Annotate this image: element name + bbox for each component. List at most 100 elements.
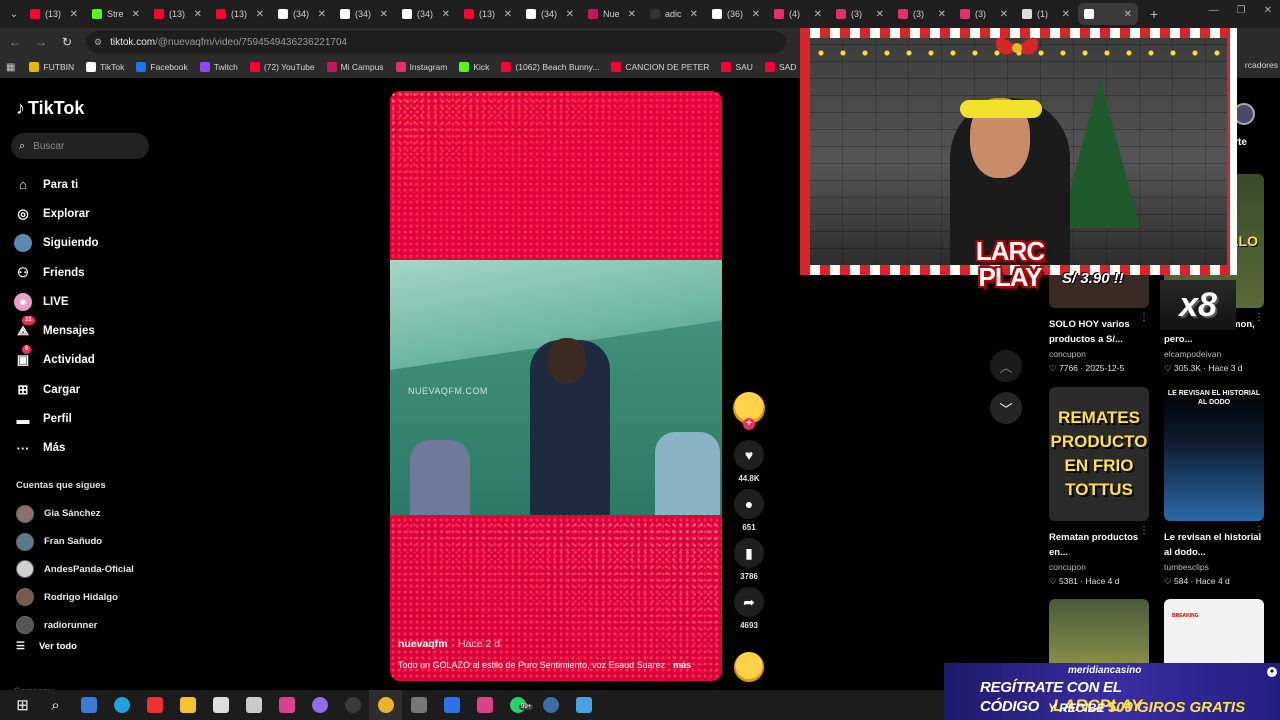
edge-icon[interactable] — [105, 690, 138, 720]
nav-item-para-ti[interactable]: ⌂ Para ti — [14, 170, 99, 199]
video-thumbnail[interactable]: REMATES PRODUCTO EN FRIO TOTTUS — [1049, 387, 1149, 521]
card-more-icon[interactable]: ⋮ — [1254, 525, 1264, 536]
tab-close-icon[interactable]: ✕ — [380, 9, 388, 20]
avatar[interactable] — [16, 588, 34, 607]
card-more-icon[interactable]: ⋮ — [1254, 312, 1264, 323]
bookmark-item[interactable]: Twitch — [199, 62, 238, 72]
card-more-icon[interactable]: ⋮ — [1139, 525, 1149, 536]
tab-close-icon[interactable]: ✕ — [318, 9, 326, 20]
followed-account[interactable]: AndesPanda-Oficial — [16, 556, 134, 584]
tab-close-icon[interactable]: ✕ — [70, 9, 78, 20]
next-video-button[interactable]: ﹀ — [990, 392, 1022, 424]
chrome-icon[interactable] — [369, 690, 402, 720]
word-icon[interactable] — [435, 690, 468, 720]
bookmark-icon[interactable]: ▮ — [734, 538, 764, 568]
video-author[interactable]: nuevaqfm · Hace 2 d — [398, 638, 500, 650]
bookmark-item[interactable]: CANCION DE PETER — [611, 62, 709, 72]
nav-item-friends[interactable]: ⚇ Friends — [14, 258, 99, 287]
photos-icon[interactable] — [567, 690, 600, 720]
nav-item-actividad[interactable]: ▣ 6 Actividad — [14, 345, 99, 375]
site-info-icon[interactable]: ⚙ — [94, 37, 102, 48]
tab-close-icon[interactable]: ✕ — [628, 9, 636, 20]
browser-tab[interactable]: (3) ✕ — [830, 3, 890, 25]
card-user[interactable]: tumbesclips — [1164, 562, 1268, 572]
browser-tab[interactable]: (34) ✕ — [272, 3, 332, 25]
save-action[interactable]: ▮ 3786 — [733, 538, 765, 581]
search-icon[interactable]: ⌕ — [39, 690, 72, 720]
new-tab-button[interactable]: + — [1144, 4, 1164, 24]
calculator-icon[interactable] — [402, 690, 435, 720]
tab-close-icon[interactable]: ✕ — [690, 9, 698, 20]
tab-close-icon[interactable]: ✕ — [1124, 9, 1132, 20]
nav-item-m-s[interactable]: ··· Más — [14, 434, 99, 463]
related-video-card[interactable]: LE REVISAN EL HISTORIAL AL DODO Le revis… — [1164, 387, 1268, 587]
app-icon-2[interactable] — [237, 690, 270, 720]
windows-start-icon[interactable]: ⊞ — [6, 690, 39, 720]
card-user[interactable]: elcampodeivan — [1164, 349, 1268, 359]
bookmark-item[interactable]: Kick — [459, 62, 489, 72]
close-window-icon[interactable]: ✕ — [1264, 5, 1272, 16]
bookmark-item[interactable]: TikTok — [86, 62, 124, 72]
bookmark-item[interactable]: FUTBIN — [29, 62, 74, 72]
browser-tab[interactable]: (34) ✕ — [396, 3, 456, 25]
comment-icon[interactable]: ● — [734, 489, 764, 519]
store-icon[interactable] — [72, 690, 105, 720]
bookmark-item[interactable]: Instagram — [395, 62, 447, 72]
browser-tab[interactable]: (13) ✕ — [24, 3, 84, 25]
card-user[interactable]: concupon — [1049, 562, 1153, 572]
back-icon[interactable]: ← — [4, 35, 26, 49]
nav-item-siguiendo[interactable]: ● Siguiendo — [14, 229, 99, 258]
url-input[interactable]: ⚙ tiktok.com /@nuevaqfm/video/7594549436… — [86, 31, 786, 53]
obs-icon[interactable] — [336, 690, 369, 720]
creator-avatar[interactable]: + — [733, 392, 765, 430]
tab-close-icon[interactable]: ✕ — [752, 9, 760, 20]
nav-item-explorar[interactable]: ◎ Explorar — [14, 199, 99, 228]
bookmark-item[interactable]: (1062) Beach Bunny... — [501, 62, 599, 72]
bookmark-item[interactable]: (72) YouTube — [249, 62, 315, 72]
avatar[interactable] — [16, 532, 34, 551]
browser-tab[interactable]: (36) ✕ — [706, 3, 766, 25]
browser-tab[interactable]: (13) ✕ — [148, 3, 208, 25]
browser-tab[interactable]: (13) ✕ — [210, 3, 270, 25]
bookmark-item[interactable]: SAU — [721, 62, 753, 72]
comment-action[interactable]: ● 651 — [733, 489, 765, 532]
tiktok-logo[interactable]: ♪ TikTok — [16, 98, 84, 119]
browser-tab[interactable]: Nue ✕ — [582, 3, 642, 25]
minimize-icon[interactable]: — — [1209, 5, 1219, 16]
card-more-icon[interactable]: ⋮ — [1139, 312, 1149, 323]
app-icon[interactable] — [204, 690, 237, 720]
music-disc-icon[interactable] — [734, 652, 764, 682]
bookmarks-other[interactable]: rcadores — [1245, 60, 1278, 70]
browser-tab[interactable]: (4) ✕ — [768, 3, 828, 25]
share-action[interactable]: ➦ 4693 — [733, 587, 765, 630]
tab-close-icon[interactable]: ✕ — [256, 9, 264, 20]
nav-item-cargar[interactable]: ⊞ Cargar — [14, 375, 99, 404]
tab-close-icon[interactable]: ✕ — [504, 9, 512, 20]
followed-account[interactable]: Gia Sánchez — [16, 500, 134, 528]
nav-item-mensajes[interactable]: ⟁ 31 Mensajes — [14, 316, 99, 345]
browser-tab[interactable]: adic ✕ — [644, 3, 704, 25]
bookmark-item[interactable]: Mi Campus — [326, 62, 384, 72]
app-icon-4[interactable] — [468, 690, 501, 720]
reload-icon[interactable]: ↻ — [56, 35, 78, 49]
video-player[interactable]: NUEVAQFM.COM nuevaqfm · Hace 2 d Todo un … — [390, 91, 722, 681]
share-icon[interactable]: ➦ — [734, 587, 764, 617]
browser-tab[interactable]: Stre ✕ — [86, 3, 146, 25]
card-user[interactable]: concupon — [1049, 349, 1153, 359]
followed-account[interactable]: Rodrigo Hidalgo — [16, 583, 134, 611]
browser-tab[interactable]: (34) ✕ — [520, 3, 580, 25]
bookmark-item[interactable]: SAD — [764, 62, 796, 72]
avatar[interactable] — [16, 560, 34, 579]
nav-item-perfil[interactable]: ▬ Perfil — [14, 404, 99, 433]
apps-grid-icon[interactable]: ▦ — [6, 62, 15, 73]
whatsapp-icon[interactable]: 99+ — [501, 690, 534, 720]
discord-icon[interactable] — [303, 690, 336, 720]
restore-icon[interactable]: ❐ — [1237, 5, 1246, 16]
tab-close-icon[interactable]: ✕ — [1000, 9, 1008, 20]
previous-video-button[interactable]: ︿ — [990, 350, 1022, 382]
followed-account[interactable]: radiorunner — [16, 611, 134, 639]
youtube-app-icon[interactable] — [138, 690, 171, 720]
search-input[interactable]: ⌕ Buscar — [11, 133, 149, 159]
forward-icon[interactable]: → — [30, 35, 52, 49]
tab-search-button[interactable]: ⌄ — [4, 4, 24, 24]
